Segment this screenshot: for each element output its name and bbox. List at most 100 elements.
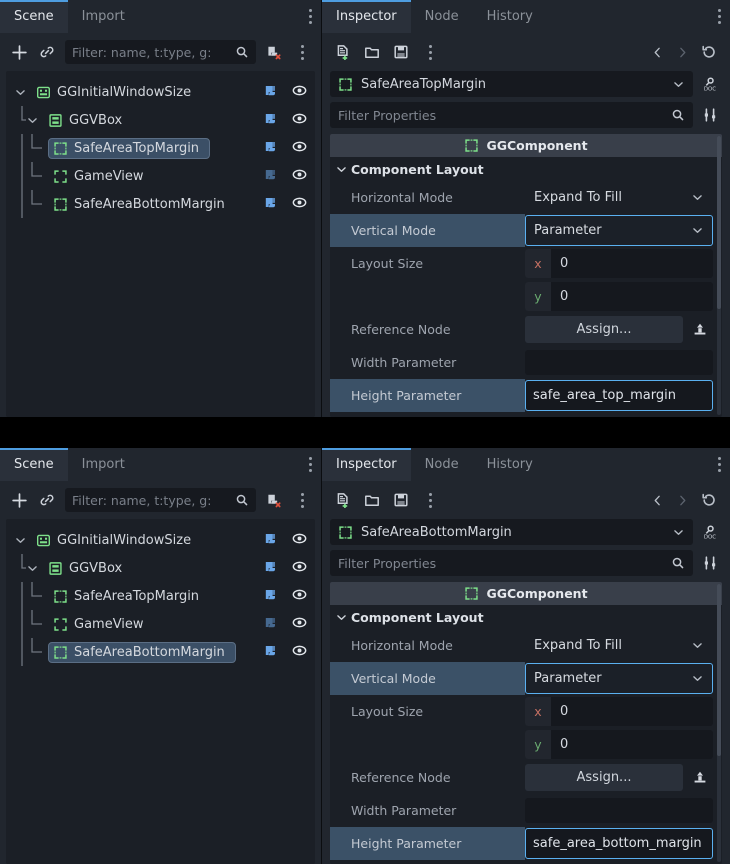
property-scrollbar[interactable] — [717, 136, 721, 415]
node-script-button[interactable] — [263, 615, 278, 633]
inspector-dock-menu-button[interactable] — [709, 448, 730, 481]
node-visibility-toggle[interactable] — [292, 195, 307, 213]
vector-y-field[interactable]: y0 — [525, 282, 713, 311]
property-list[interactable]: GGComponent Component Layout Horizontal Mo… — [330, 134, 722, 417]
history-forward-button[interactable] — [671, 488, 693, 512]
tree-row[interactable]: GameView — [6, 610, 315, 638]
vertical-dots-icon[interactable] — [309, 9, 312, 24]
tab-scene[interactable]: Scene — [0, 448, 68, 481]
vertical-dots-icon[interactable] — [309, 457, 312, 472]
vertical-dots-icon[interactable] — [428, 44, 432, 60]
text-input[interactable]: safe_area_top_margin — [525, 380, 713, 411]
vertical-dots-icon[interactable] — [428, 492, 432, 508]
tree-row[interactable]: GGVBox — [6, 106, 315, 134]
inspector-extra-menu-button[interactable] — [417, 487, 443, 513]
tree-row[interactable]: SafeAreaTopMargin — [6, 134, 315, 162]
enum-dropdown[interactable]: Expand To Fill — [525, 185, 713, 210]
property-filter-input[interactable]: Filter Properties — [330, 550, 693, 576]
scene-filter-input[interactable]: Filter: name, t:type, g: — [65, 488, 256, 512]
property-list[interactable]: GGComponent Component Layout Horizontal Mo… — [330, 582, 722, 864]
node-visibility-toggle[interactable] — [292, 139, 307, 157]
load-node-button[interactable] — [687, 764, 713, 791]
node-script-button[interactable] — [263, 195, 278, 213]
tab-history[interactable]: History — [473, 448, 547, 481]
assign-node-button[interactable]: Assign... — [525, 316, 683, 343]
inspected-object-selector[interactable]: SafeAreaBottomMargin — [330, 519, 693, 545]
new-resource-button[interactable] — [330, 487, 356, 513]
detach-script-button[interactable] — [261, 39, 287, 65]
node-script-button[interactable] — [263, 587, 278, 605]
chevron-down-icon[interactable] — [26, 562, 39, 575]
section-component-layout[interactable]: Component Layout — [330, 157, 722, 181]
node-visibility-toggle[interactable] — [292, 531, 307, 549]
property-tools-button[interactable] — [698, 102, 722, 128]
history-back-button[interactable] — [646, 488, 668, 512]
scene-tree[interactable]: GGInitialWindowSize GGVBox SafeAreaTopMarg… — [6, 519, 315, 864]
tab-import[interactable]: Import — [68, 0, 139, 33]
tree-row[interactable]: SafeAreaTopMargin — [6, 582, 315, 610]
history-button[interactable] — [696, 487, 722, 513]
scene-dock-menu-button[interactable] — [300, 0, 321, 33]
vector-x-field[interactable]: x0 — [525, 697, 713, 726]
tab-node[interactable]: Node — [411, 448, 473, 481]
tab-history[interactable]: History — [473, 0, 547, 33]
tab-inspector[interactable]: Inspector — [322, 0, 411, 33]
load-resource-button[interactable] — [359, 39, 385, 65]
node-script-button[interactable] — [263, 167, 278, 185]
property-tools-button[interactable] — [698, 550, 722, 576]
enum-dropdown[interactable]: Expand To Fill — [525, 633, 713, 658]
instance-child-scene-button[interactable] — [34, 39, 60, 65]
chevron-down-icon[interactable] — [14, 86, 27, 99]
text-input[interactable] — [525, 798, 713, 823]
vector-y-field[interactable]: y0 — [525, 730, 713, 759]
tab-inspector[interactable]: Inspector — [322, 448, 411, 481]
enum-dropdown[interactable]: Parameter — [525, 663, 713, 694]
tab-scene[interactable]: Scene — [0, 0, 68, 33]
open-documentation-button[interactable]: DOC — [698, 71, 722, 97]
tree-row[interactable]: GGVBox — [6, 554, 315, 582]
node-script-button[interactable] — [263, 111, 278, 129]
node-script-button[interactable] — [263, 83, 278, 101]
detach-script-button[interactable] — [261, 487, 287, 513]
open-documentation-button[interactable]: DOC — [698, 519, 722, 545]
tab-node[interactable]: Node — [411, 0, 473, 33]
history-forward-button[interactable] — [671, 40, 693, 64]
tree-row[interactable]: GGInitialWindowSize — [6, 526, 315, 554]
inspector-dock-menu-button[interactable] — [709, 0, 730, 33]
property-scrollbar[interactable] — [717, 584, 721, 862]
scene-tree[interactable]: GGInitialWindowSize GGVBox SafeAreaTopMarg… — [6, 71, 315, 417]
tab-import[interactable]: Import — [68, 448, 139, 481]
vector-x-field[interactable]: x0 — [525, 249, 713, 278]
scene-more-button[interactable] — [289, 487, 315, 513]
vertical-dots-icon[interactable] — [300, 492, 304, 508]
section-component-layout[interactable]: Component Layout — [330, 605, 722, 629]
scene-filter-input[interactable]: Filter: name, t:type, g: — [65, 40, 256, 64]
scene-more-button[interactable] — [289, 39, 315, 65]
vertical-dots-icon[interactable] — [300, 44, 304, 60]
vertical-dots-icon[interactable] — [718, 9, 721, 24]
node-script-button[interactable] — [263, 643, 278, 661]
history-back-button[interactable] — [646, 40, 668, 64]
tree-row[interactable]: SafeAreaBottomMargin — [6, 190, 315, 218]
enum-dropdown[interactable]: Parameter — [525, 215, 713, 246]
add-node-button[interactable] — [6, 39, 32, 65]
node-visibility-toggle[interactable] — [292, 587, 307, 605]
node-visibility-toggle[interactable] — [292, 83, 307, 101]
node-script-button[interactable] — [263, 531, 278, 549]
text-input[interactable] — [525, 350, 713, 375]
new-resource-button[interactable] — [330, 39, 356, 65]
chevron-down-icon[interactable] — [26, 114, 39, 127]
property-filter-input[interactable]: Filter Properties — [330, 102, 693, 128]
tree-row[interactable]: GameView — [6, 162, 315, 190]
node-visibility-toggle[interactable] — [292, 643, 307, 661]
node-visibility-toggle[interactable] — [292, 111, 307, 129]
add-node-button[interactable] — [6, 487, 32, 513]
chevron-down-icon[interactable] — [14, 534, 27, 547]
text-input[interactable]: safe_area_bottom_margin — [525, 828, 713, 859]
tree-row[interactable]: GGInitialWindowSize — [6, 78, 315, 106]
inspected-object-selector[interactable]: SafeAreaTopMargin — [330, 71, 693, 97]
tree-row[interactable]: SafeAreaBottomMargin — [6, 638, 315, 666]
instance-child-scene-button[interactable] — [34, 487, 60, 513]
node-script-button[interactable] — [263, 139, 278, 157]
scene-dock-menu-button[interactable] — [300, 448, 321, 481]
